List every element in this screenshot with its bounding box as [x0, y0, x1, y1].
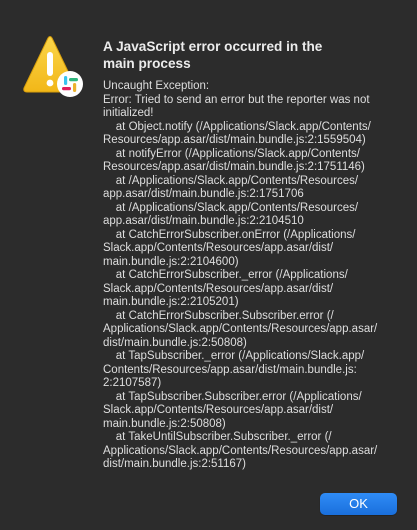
dialog-title-line: main process	[103, 56, 191, 71]
message-line: Applications/Slack.app/Contents/Resource…	[103, 444, 378, 457]
message-line: at CatchErrorSubscriber.Subscriber.error…	[103, 309, 334, 322]
message-line: at notifyError (/Applications/Slack.app/…	[103, 147, 360, 160]
slack-logo-icon	[57, 71, 83, 97]
message-line: main.bundle.js:2:2105201)	[103, 296, 239, 308]
message-line: Slack.app/Contents/Resources/app.asar/di…	[103, 242, 334, 254]
message-line: Slack.app/Contents/Resources/app.asar/di…	[103, 282, 334, 295]
message-line: app.asar/dist/main.bundle.js:2:2104510	[103, 215, 304, 227]
dialog-title: A JavaScript error occurred in the main …	[103, 38, 403, 72]
ok-button[interactable]: OK	[320, 493, 397, 515]
message-line: main.bundle.js:2:50808)	[103, 417, 226, 430]
message-line: at TapSubscriber.Subscriber.error (/Appl…	[103, 390, 362, 403]
message-line: dist/main.bundle.js:2:50808)	[103, 336, 247, 349]
message-line: at CatchErrorSubscriber._error (/Applica…	[103, 269, 348, 281]
message-line: 2:2107587)	[103, 377, 162, 389]
error-dialog: A JavaScript error occurred in the main …	[0, 0, 417, 530]
message-line: Resources/app.asar/dist/main.bundle.js:2…	[103, 161, 365, 173]
message-line: at Object.notify (/Applications/Slack.ap…	[103, 120, 371, 133]
message-line: at TakeUntilSubscriber.Subscriber._error…	[103, 431, 332, 443]
message-line: Resources/app.asar/dist/main.bundle.js:2…	[103, 134, 366, 146]
message-line: main.bundle.js:2:2104600)	[103, 255, 239, 268]
message-line: initialized!	[103, 107, 154, 119]
error-message: Uncaught Exception: Error: Tried to send…	[103, 80, 403, 472]
message-line: Contents/Resources/app.asar/dist/main.bu…	[103, 363, 357, 376]
alert-icon-group	[18, 34, 86, 98]
message-line: Applications/Slack.app/Contents/Resource…	[103, 323, 378, 335]
message-line: Error: Tried to send an error but the re…	[103, 93, 370, 106]
dialog-title-line: A JavaScript error occurred in the	[103, 39, 323, 54]
message-line: at CatchErrorSubscriber.onError (/Applic…	[103, 228, 356, 241]
message-line: Slack.app/Contents/Resources/app.asar/di…	[103, 404, 334, 416]
message-line: at /Applications/Slack.app/Contents/Reso…	[103, 174, 359, 187]
message-line: at /Applications/Slack.app/Contents/Reso…	[103, 201, 359, 214]
message-line: at TapSubscriber._error (/Applications/S…	[103, 350, 365, 362]
message-line: dist/main.bundle.js:2:51167)	[103, 458, 246, 470]
message-line: Uncaught Exception:	[103, 80, 210, 92]
message-line: app.asar/dist/main.bundle.js:2:1751706	[103, 188, 304, 200]
